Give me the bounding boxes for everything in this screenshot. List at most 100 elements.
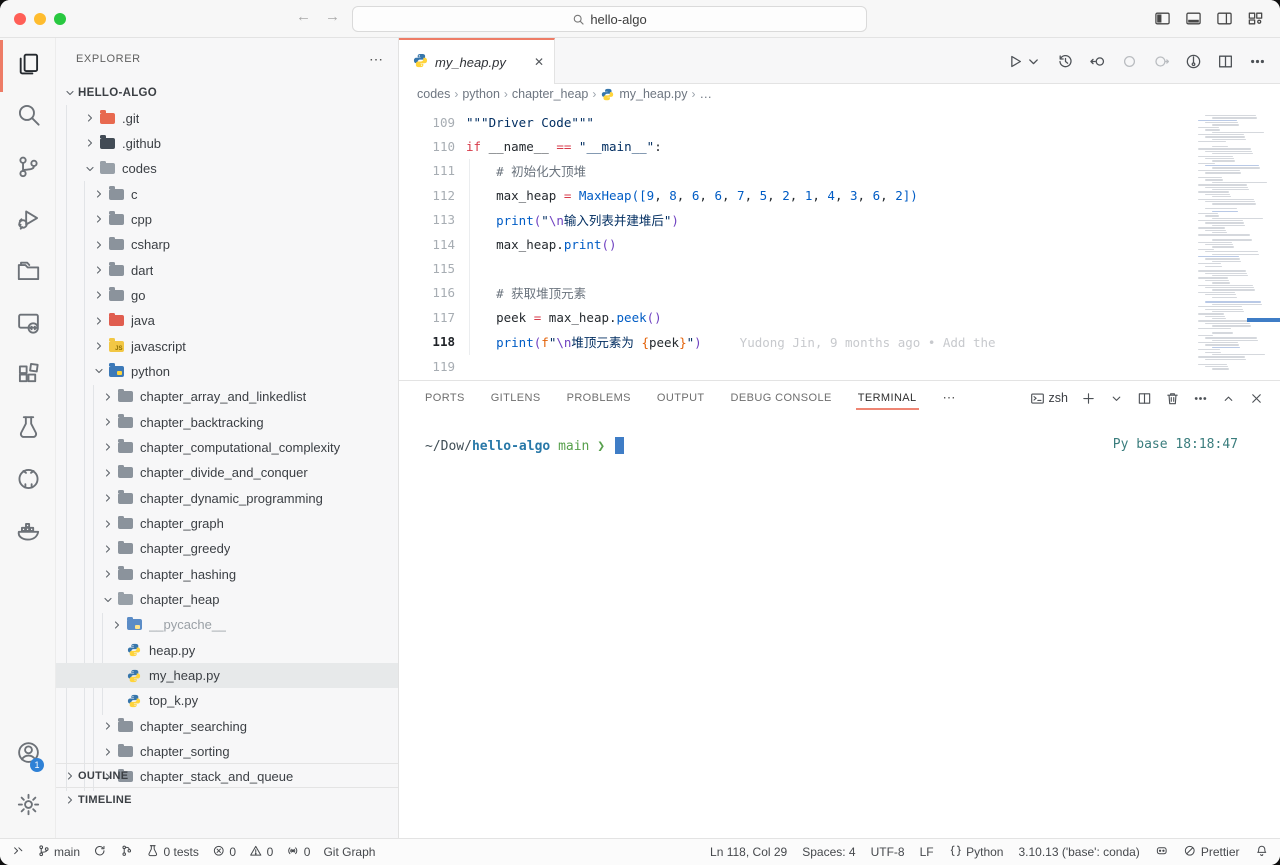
tree-item-chapter-divide-and-conquer[interactable]: chapter_divide_and_conquer — [56, 460, 398, 485]
tree-item-chapter-greedy[interactable]: chapter_greedy — [56, 536, 398, 561]
terminal-icon[interactable]: zsh — [1030, 391, 1068, 406]
breadcrumb-item[interactable]: … — [699, 87, 712, 101]
tab-close-icon[interactable]: ✕ — [534, 55, 544, 69]
status-3-10-13-base-conda[interactable]: 3.10.13 ('base': conda) — [1018, 845, 1139, 859]
terminal[interactable]: ~/Dow/hello-algo main ❯ Py base 18:18:47 — [399, 415, 1280, 454]
breadcrumb-item[interactable]: my_heap.py — [619, 87, 687, 101]
tree-item-c[interactable]: c — [56, 181, 398, 206]
tab-my-heap-py[interactable]: my_heap.py ✕ — [399, 38, 555, 84]
layout-grid-icon[interactable] — [1247, 10, 1264, 27]
tree-item-chapter-heap[interactable]: chapter_heap — [56, 587, 398, 612]
tree-item-chapter-backtracking[interactable]: chapter_backtracking — [56, 409, 398, 434]
status-0[interactable]: 0 — [286, 844, 310, 861]
tree-item-csharp[interactable]: csharp — [56, 232, 398, 257]
panel-tab-ports[interactable]: PORTS — [425, 383, 465, 413]
layout-panel-icon[interactable] — [1185, 10, 1202, 27]
tree-item-chapter-computational-complexity[interactable]: chapter_computational_complexity — [56, 435, 398, 460]
more-icon[interactable] — [1193, 391, 1208, 406]
status-lf[interactable]: LF — [920, 845, 934, 859]
status-sync-icon[interactable] — [93, 844, 107, 861]
tree-item-chapter-dynamic-programming[interactable]: chapter_dynamic_programming — [56, 486, 398, 511]
status-0[interactable]: 0 — [249, 844, 273, 861]
status-ln-118-col-29[interactable]: Ln 118, Col 29 — [710, 845, 787, 859]
status-0[interactable]: 0 — [212, 844, 236, 861]
tree-item--git[interactable]: .git — [56, 105, 398, 130]
split-panel-icon[interactable] — [1137, 391, 1152, 406]
explorer-more-actions-icon[interactable]: ⋯ — [369, 51, 384, 68]
tree-item-cpp[interactable]: cpp — [56, 207, 398, 232]
trash-icon[interactable] — [1165, 391, 1180, 406]
activity-settings[interactable] — [0, 780, 56, 832]
blame-icon[interactable] — [1185, 53, 1202, 70]
activity-github[interactable] — [0, 454, 56, 506]
status-remote-icon[interactable] — [10, 844, 24, 861]
run-button-group[interactable] — [1006, 53, 1042, 70]
tree-item-chapter-array-and-linkedlist[interactable]: chapter_array_and_linkedlist — [56, 384, 398, 409]
activity-source-control[interactable] — [0, 142, 56, 194]
tree-item-java[interactable]: java — [56, 308, 398, 333]
chevron-down-icon[interactable] — [1109, 391, 1124, 406]
tree-item-codes[interactable]: codes — [56, 156, 398, 181]
status-copilot-icon[interactable] — [1155, 844, 1169, 861]
panel-more-icon[interactable]: ⋯ — [943, 390, 957, 406]
tree-item-python[interactable]: python — [56, 359, 398, 384]
tree-item--pycache-[interactable]: __pycache__ — [56, 612, 398, 637]
activity-extensions[interactable] — [0, 350, 56, 402]
minimap[interactable] — [1192, 104, 1280, 380]
activity-explorer[interactable] — [0, 38, 56, 90]
activity-folders[interactable] — [0, 246, 56, 298]
tree-item-chapter-searching[interactable]: chapter_searching — [56, 714, 398, 739]
tree-item-chapter-graph[interactable]: chapter_graph — [56, 511, 398, 536]
panel-tab-problems[interactable]: PROBLEMS — [567, 383, 631, 413]
nav-forward-icon[interactable]: → — [325, 8, 340, 25]
tree-item-hello-algo[interactable]: HELLO-ALGO — [56, 80, 398, 105]
tree-item-top-k-py[interactable]: top_k.py — [56, 688, 398, 713]
breadcrumb-item[interactable]: python — [462, 87, 500, 101]
close-icon[interactable] — [1249, 391, 1264, 406]
status-spaces-4[interactable]: Spaces: 4 — [802, 845, 855, 859]
command-center-search[interactable]: hello-algo — [352, 6, 867, 32]
panel-tab-output[interactable]: OUTPUT — [657, 383, 705, 413]
tree-item-javascript[interactable]: javascript — [56, 333, 398, 358]
chevron-up-icon[interactable] — [1221, 391, 1236, 406]
tree-item-dart[interactable]: dart — [56, 257, 398, 282]
panel-tab-debug-console[interactable]: DEBUG CONSOLE — [731, 383, 832, 413]
status-main[interactable]: main — [37, 844, 81, 861]
panel-tab-gitlens[interactable]: GITLENS — [491, 383, 541, 413]
breadcrumb-item[interactable]: chapter_heap — [512, 87, 588, 101]
close-window-button[interactable] — [14, 13, 26, 25]
layout-sidebar-left-icon[interactable] — [1154, 10, 1171, 27]
next-change-icon[interactable] — [1153, 53, 1170, 70]
status-utf-8[interactable]: UTF-8 — [871, 845, 905, 859]
tree-item-chapter-sorting[interactable]: chapter_sorting — [56, 739, 398, 764]
minimize-window-button[interactable] — [34, 13, 46, 25]
prev-change-icon[interactable] — [1121, 53, 1138, 70]
section-timeline[interactable]: TIMELINE — [56, 787, 398, 811]
tree-item--github[interactable]: .github — [56, 131, 398, 156]
activity-run-debug[interactable] — [0, 194, 56, 246]
panel-tab-terminal[interactable]: TERMINAL — [858, 383, 917, 413]
tree-item-my-heap-py[interactable]: my_heap.py — [56, 663, 398, 688]
code-editor[interactable]: 109"""Driver Code"""110if __name__ == "_… — [399, 104, 1280, 380]
status-gitgraph-icon[interactable] — [120, 844, 134, 861]
activity-docker[interactable] — [0, 506, 56, 558]
section-outline[interactable]: OUTLINE — [56, 763, 398, 787]
tree-item-go[interactable]: go — [56, 283, 398, 308]
nav-back-icon[interactable]: ← — [296, 8, 311, 25]
status-0-tests[interactable]: 0 tests — [146, 844, 199, 861]
history-icon[interactable] — [1057, 53, 1074, 70]
status-bell-icon[interactable] — [1255, 844, 1269, 861]
status-git-graph[interactable]: Git Graph — [323, 845, 375, 859]
tree-item-heap-py[interactable]: heap.py — [56, 638, 398, 663]
status-python[interactable]: Python — [949, 844, 1004, 861]
activity-search[interactable] — [0, 90, 56, 142]
breadcrumb-item[interactable]: codes — [417, 87, 450, 101]
activity-remote-explorer[interactable] — [0, 298, 56, 350]
split-editor-icon[interactable] — [1217, 53, 1234, 70]
status-prettier[interactable]: Prettier — [1183, 844, 1239, 861]
zoom-window-button[interactable] — [54, 13, 66, 25]
tree-item-chapter-hashing[interactable]: chapter_hashing — [56, 562, 398, 587]
more-icon[interactable] — [1249, 53, 1266, 70]
activity-testing[interactable] — [0, 402, 56, 454]
add-icon[interactable] — [1081, 391, 1096, 406]
